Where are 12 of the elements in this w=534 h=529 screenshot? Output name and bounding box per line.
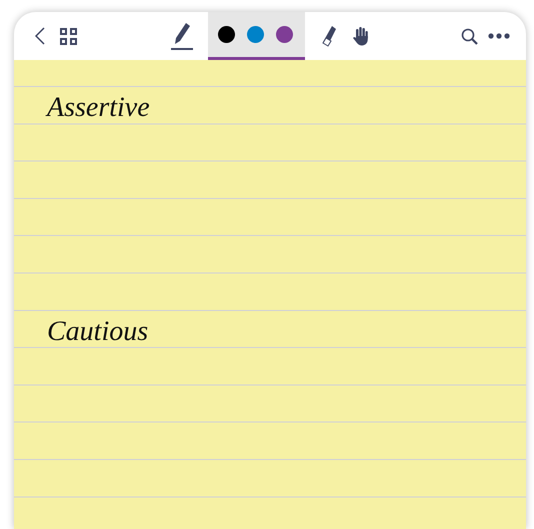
grid-icon (60, 28, 76, 44)
hand-icon (352, 26, 369, 46)
color-swatch[interactable] (218, 26, 234, 43)
handwritten-note: Assertive (47, 92, 150, 124)
eraser-icon (320, 25, 336, 47)
handwritten-note: Cautious (47, 316, 148, 348)
search-icon (460, 28, 478, 44)
pen-icon (172, 22, 190, 46)
back-icon (35, 27, 45, 45)
color-swatch[interactable] (276, 26, 292, 43)
more-icon (488, 33, 510, 39)
color-swatch[interactable] (246, 26, 264, 43)
